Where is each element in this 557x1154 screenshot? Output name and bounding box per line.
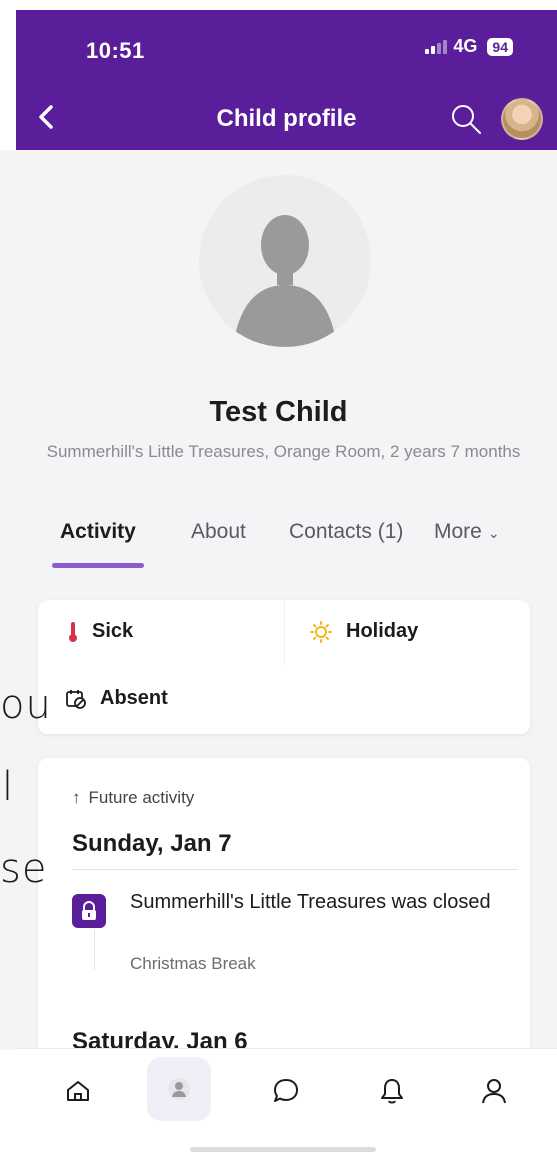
tab-more[interactable]: More ⌄: [434, 520, 500, 544]
nav-child[interactable]: [147, 1057, 211, 1121]
overlay-text-fragment: ou: [0, 682, 52, 728]
home-icon: [67, 1081, 89, 1101]
nav-notifications[interactable]: [372, 1071, 412, 1111]
nav-messages[interactable]: [266, 1071, 306, 1111]
future-activity-label: Future activity: [88, 788, 195, 807]
date-heading: Sunday, Jan 7: [72, 830, 232, 857]
home-indicator: [190, 1147, 376, 1152]
status-time: 10:51: [86, 38, 145, 63]
profile-tabs: Activity About Contacts (1) More ⌄: [0, 520, 557, 570]
arrow-up-icon: ↑: [72, 788, 81, 807]
person-placeholder-icon: [233, 215, 337, 347]
tab-activity[interactable]: Activity: [60, 520, 136, 544]
child-avatar-icon: [168, 1078, 190, 1100]
status-indicators: 4G 94: [425, 36, 513, 57]
chat-bubble-icon: [274, 1079, 298, 1102]
profile-photo[interactable]: [199, 175, 371, 347]
timeline-line: [94, 930, 95, 970]
bottom-nav: [16, 1048, 557, 1154]
sick-label: Sick: [92, 620, 134, 642]
overlay-text-fragment: l: [2, 764, 15, 810]
holiday-button[interactable]: Holiday: [310, 620, 418, 643]
search-icon: [452, 105, 481, 134]
child-name: Test Child: [209, 396, 348, 428]
tab-more-label: More: [434, 520, 482, 543]
future-activity-toggle[interactable]: ↑ Future activity: [72, 788, 194, 808]
absent-label: Absent: [100, 687, 168, 709]
overlay-text-fragment: se: [0, 846, 48, 892]
user-avatar[interactable]: [501, 98, 543, 140]
signal-icon: [425, 39, 448, 54]
search-button[interactable]: [449, 102, 483, 136]
date-divider: [72, 869, 518, 870]
page: 10:51 4G 94 Child profile Test Child Sum…: [0, 0, 557, 1154]
nav-profile[interactable]: [474, 1071, 514, 1111]
event-title[interactable]: Summerhill's Little Treasures was closed: [130, 886, 510, 919]
lock-icon: [82, 901, 96, 920]
sick-button[interactable]: Sick: [68, 620, 133, 643]
status-divider: [284, 600, 285, 666]
event-icon-badge: [72, 894, 106, 928]
person-icon: [482, 1079, 506, 1104]
status-card: Sick Holiday Absent: [38, 600, 530, 734]
bell-icon: [381, 1079, 403, 1104]
nav-home[interactable]: [58, 1071, 98, 1111]
network-label: 4G: [453, 36, 478, 56]
tab-contacts[interactable]: Contacts (1): [289, 520, 403, 544]
app-header: 10:51 4G 94 Child profile: [16, 10, 557, 150]
calendar-off-icon: [66, 689, 86, 709]
event-subtitle: Christmas Break: [130, 954, 256, 973]
child-subtitle: Summerhill's Little Treasures, Orange Ro…: [46, 442, 521, 461]
sun-icon: [310, 620, 332, 643]
activity-card: ↑ Future activity Sunday, Jan 7 Summerhi…: [38, 758, 530, 1088]
battery-badge: 94: [487, 37, 513, 56]
holiday-label: Holiday: [346, 620, 419, 642]
absent-button[interactable]: Absent: [66, 687, 168, 710]
active-tab-indicator: [52, 563, 144, 568]
tab-about[interactable]: About: [191, 520, 246, 544]
chevron-down-icon: ⌄: [487, 525, 500, 541]
thermometer-icon: [69, 621, 77, 642]
